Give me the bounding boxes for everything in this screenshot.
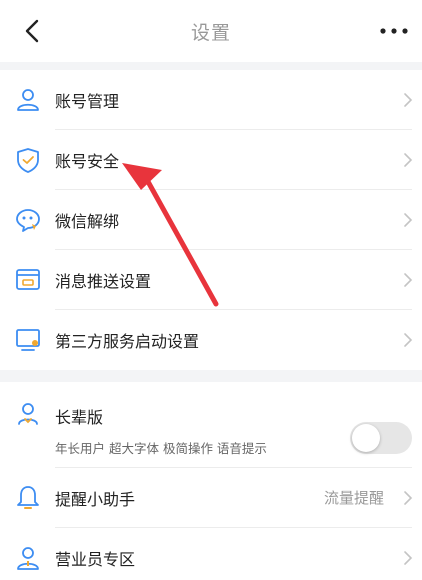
menu-item-elder-mode: 长辈版 年长用户 超大字体 极简操作 语音提示 [0,382,422,468]
message-icon [16,269,40,290]
menu-item-label: 微信解绑 [55,212,120,231]
menu-item-staff-zone[interactable]: 营业员专区 [0,528,422,580]
top-bar: 设置 [0,0,422,62]
chevron-right-icon [404,491,413,505]
chevron-right-icon [404,273,413,287]
wechat-icon [16,209,40,232]
chevron-right-icon [404,551,413,565]
menu-item-label: 账号安全 [55,152,120,171]
menu-item-label: 第三方服务启动设置 [55,332,200,351]
menu-item-label: 提醒小助手 [55,490,136,509]
menu-item-label: 营业员专区 [55,550,136,569]
shield-check-icon [17,148,39,173]
elder-mode-toggle[interactable] [350,422,412,454]
chevron-right-icon [404,93,413,107]
menu-item-account-management[interactable]: 账号管理 [0,70,422,130]
menu-item-label: 长辈版 [55,408,104,427]
toggle-knob [352,424,380,452]
menu-item-label: 消息推送设置 [55,272,152,291]
reminder-value: 流量提醒 [323,489,384,507]
person-icon [17,547,39,570]
menu-item-account-security[interactable]: 账号安全 [0,130,422,190]
chevron-right-icon [404,333,413,347]
more-dots-icon[interactable] [378,16,410,46]
other-settings-card: 长辈版 年长用户 超大字体 极简操作 语音提示 提醒小助手 流量提醒 营业员专区 [0,382,422,580]
account-settings-card: 账号管理 账号安全 微信解绑 消息推送设置 第三方服务启动设置 [0,70,422,370]
menu-item-label: 账号管理 [55,92,120,111]
menu-item-reminder-assistant[interactable]: 提醒小助手 流量提醒 [0,468,422,528]
menu-item-wechat-unbind[interactable]: 微信解绑 [0,190,422,250]
elder-mode-description: 年长用户 超大字体 极简操作 语音提示 [55,441,267,456]
user-icon [17,89,39,111]
elder-icon [18,403,38,425]
menu-item-third-party-services[interactable]: 第三方服务启动设置 [0,310,422,370]
chevron-right-icon [404,213,413,227]
menu-item-push-settings[interactable]: 消息推送设置 [0,250,422,310]
bell-icon [17,486,39,509]
page-title: 设置 [190,22,231,44]
chevron-right-icon [404,153,413,167]
monitor-icon [16,329,40,351]
